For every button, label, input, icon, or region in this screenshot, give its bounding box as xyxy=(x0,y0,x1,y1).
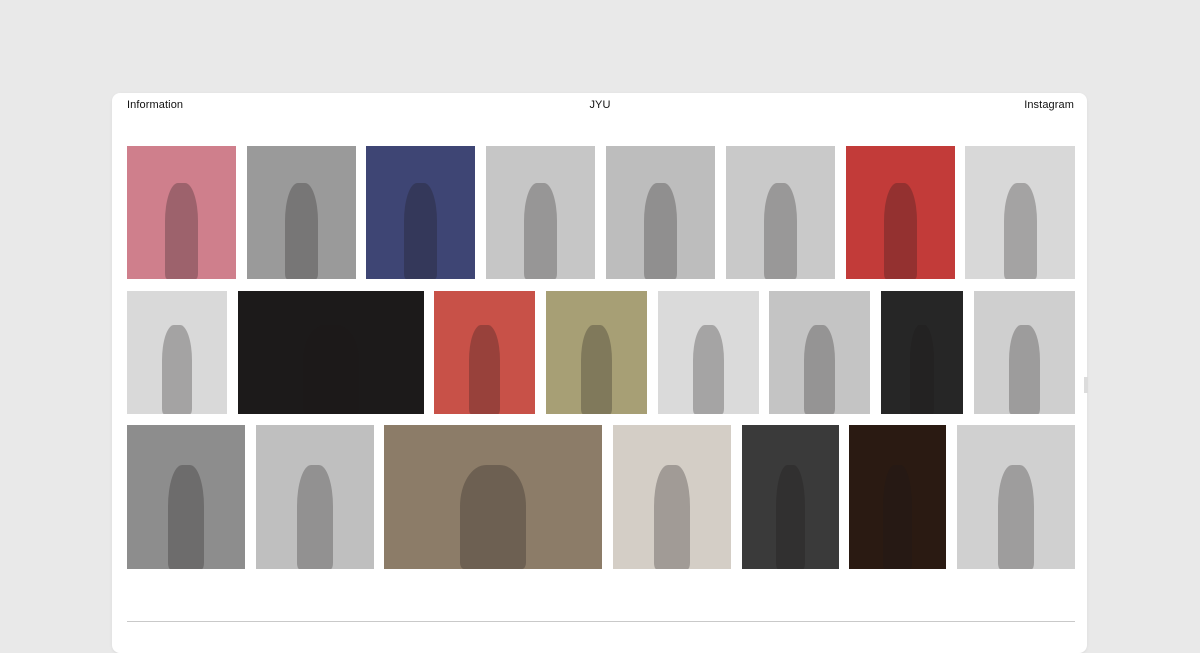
figure-silhouette xyxy=(1003,183,1037,279)
photo-mannequins-red-room[interactable] xyxy=(238,291,424,414)
site-title-text[interactable]: JYU xyxy=(589,99,610,111)
figure-silhouette xyxy=(884,183,917,279)
figure-silhouette xyxy=(1009,325,1040,414)
photo-smiling-woman-bw[interactable] xyxy=(726,146,835,279)
footer-divider xyxy=(127,621,1075,622)
photo-night-doorway[interactable] xyxy=(881,291,963,414)
figure-silhouette xyxy=(404,183,437,279)
photo-kneeling-model-bw[interactable] xyxy=(127,425,245,569)
figure-silhouette xyxy=(882,465,913,569)
photo-standing-figure-bw[interactable] xyxy=(486,146,595,279)
figure-silhouette xyxy=(303,325,359,414)
photo-model-blue-backdrop[interactable] xyxy=(366,146,475,279)
figure-silhouette xyxy=(775,465,806,569)
photo-olive-wall-figure[interactable] xyxy=(546,291,647,414)
figure-silhouette xyxy=(165,183,198,279)
figure-silhouette xyxy=(460,465,526,569)
photo-pink-backdrop-studio[interactable] xyxy=(127,146,236,279)
figure-silhouette xyxy=(764,183,797,279)
instagram-link[interactable]: Instagram xyxy=(1024,99,1074,111)
figure-silhouette xyxy=(524,183,557,279)
scroll-indicator xyxy=(1084,377,1088,393)
figure-silhouette xyxy=(654,465,690,569)
figure-silhouette xyxy=(693,325,724,414)
figure-silhouette xyxy=(297,465,333,569)
figure-silhouette xyxy=(998,465,1034,569)
photo-flowers-cap[interactable] xyxy=(613,425,731,569)
photo-woman-jacket-bw[interactable] xyxy=(606,146,715,279)
figure-silhouette xyxy=(909,325,935,414)
figure-silhouette xyxy=(581,325,612,414)
photo-seated-afro-bw[interactable] xyxy=(256,425,374,569)
photo-two-models[interactable] xyxy=(127,291,227,414)
figure-silhouette xyxy=(162,325,192,414)
photo-pose-hand-head-bw[interactable] xyxy=(974,291,1075,414)
photo-blonde-red-backdrop[interactable] xyxy=(846,146,955,279)
information-link[interactable]: Information xyxy=(127,99,183,111)
figure-silhouette xyxy=(644,183,677,279)
figure-silhouette xyxy=(285,183,318,279)
figure-silhouette xyxy=(804,325,835,414)
photo-curly-hair-purple-sweater[interactable] xyxy=(965,146,1075,279)
figure-silhouette xyxy=(469,325,500,414)
photo-night-storefront[interactable] xyxy=(849,425,946,569)
photo-flared-pants-bw[interactable] xyxy=(957,425,1075,569)
photo-runway-dark-hall[interactable] xyxy=(742,425,839,569)
photo-profile-man-bw[interactable] xyxy=(247,146,356,279)
photo-seated-red-backdrop[interactable] xyxy=(434,291,535,414)
photo-tank-top-man-bw[interactable] xyxy=(769,291,870,414)
photo-street-runway[interactable] xyxy=(384,425,602,569)
photo-seated-stool-bw[interactable] xyxy=(658,291,759,414)
figure-silhouette xyxy=(168,465,204,569)
